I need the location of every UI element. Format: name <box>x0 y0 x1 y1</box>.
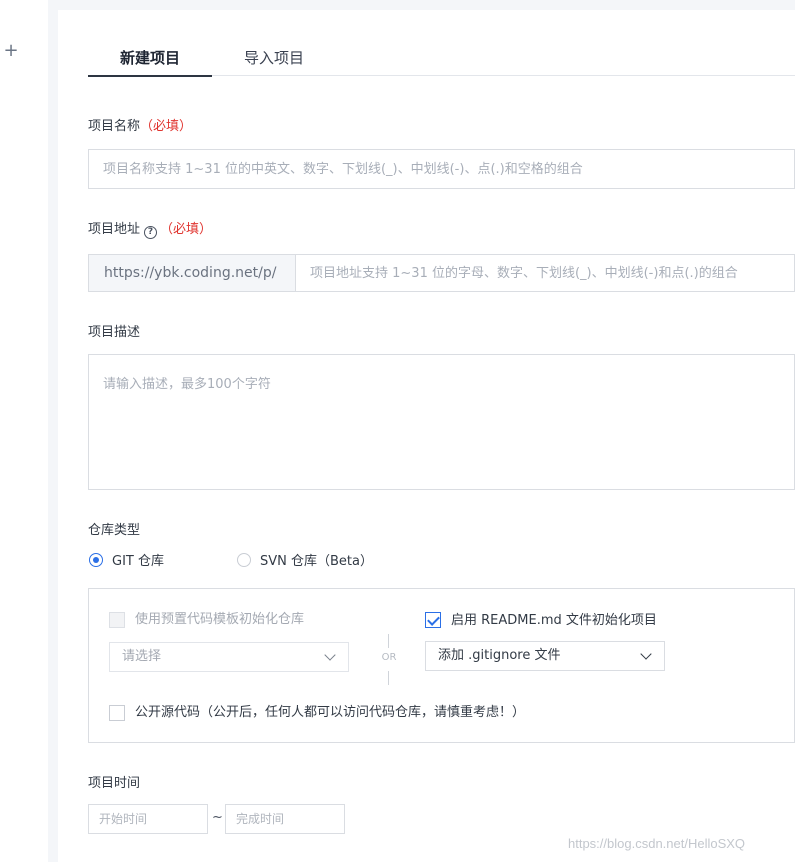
project-name-label: 项目名称（必填） <box>88 118 192 136</box>
gitignore-select[interactable]: 添加 .gitignore 文件 <box>425 641 665 671</box>
template-select[interactable]: 请选择 <box>109 642 349 672</box>
create-project-panel: 新建项目 导入项目 项目名称（必填） 项目地址?（必填） https://ybk… <box>58 10 795 862</box>
radio-button-checked[interactable] <box>89 553 103 567</box>
date-separator: ~ <box>212 810 223 825</box>
project-name-field[interactable] <box>88 149 795 189</box>
chevron-down-icon <box>324 649 336 661</box>
project-desc-field[interactable] <box>88 354 795 490</box>
required-mark: （必填） <box>140 119 193 134</box>
readme-checkbox[interactable] <box>425 612 441 628</box>
project-name-input[interactable] <box>89 150 794 188</box>
end-date-field[interactable] <box>225 804 345 834</box>
left-sidebar: + <box>0 0 48 862</box>
template-select-value: 请选择 <box>122 649 162 664</box>
project-url-prefix: https://ybk.coding.net/p/ <box>88 254 296 292</box>
public-code-checkbox[interactable] <box>109 705 125 721</box>
template-checkbox[interactable] <box>109 612 125 628</box>
or-line-bottom <box>388 671 389 685</box>
or-text: OR <box>381 652 397 663</box>
project-url-field[interactable] <box>295 254 795 292</box>
project-time-label: 项目时间 <box>88 776 141 791</box>
repo-init-box: 使用预置代码模板初始化仓库 请选择 OR 启用 README.md 文件初始化项… <box>88 588 795 743</box>
project-url-input[interactable] <box>296 255 794 291</box>
or-line-top <box>388 634 389 648</box>
watermark: https://blog.csdn.net/HelloSXQ <box>568 836 746 851</box>
project-url-label-text: 项目地址 <box>88 222 141 237</box>
start-date-field[interactable] <box>88 804 208 834</box>
plus-icon[interactable]: + <box>3 42 19 60</box>
start-date-input[interactable] <box>89 805 207 833</box>
project-desc-label: 项目描述 <box>88 325 141 340</box>
public-code-checkbox-label: 公开源代码（公开后，任何人都可以访问代码仓库，请慎重考虑！） <box>135 705 526 720</box>
template-checkbox-label: 使用预置代码模板初始化仓库 <box>135 612 305 627</box>
project-url-label: 项目地址? （必填） <box>88 221 212 239</box>
radio-button[interactable] <box>237 553 251 567</box>
radio-git-repo[interactable]: GIT 仓库 <box>89 553 164 571</box>
question-circle-icon[interactable]: ? <box>144 226 158 239</box>
project-desc-textarea[interactable] <box>89 355 794 489</box>
required-mark: （必填） <box>160 222 213 237</box>
gitignore-select-value: 添加 .gitignore 文件 <box>438 648 561 663</box>
repo-type-label: 仓库类型 <box>88 523 141 538</box>
or-separator: OR <box>379 631 399 687</box>
radio-git-label: GIT 仓库 <box>112 554 164 569</box>
chevron-down-icon <box>640 648 652 660</box>
end-date-input[interactable] <box>226 805 344 833</box>
radio-svn-label: SVN 仓库（Beta） <box>260 554 373 569</box>
top-strip <box>48 0 795 10</box>
tab-new-project[interactable]: 新建项目 <box>88 46 212 77</box>
readme-checkbox-label: 启用 README.md 文件初始化项目 <box>451 613 657 628</box>
project-name-label-text: 项目名称 <box>88 119 141 134</box>
tab-bar: 新建项目 导入项目 <box>88 46 795 77</box>
tab-import-project[interactable]: 导入项目 <box>212 46 336 76</box>
radio-svn-repo[interactable]: SVN 仓库（Beta） <box>237 553 373 571</box>
